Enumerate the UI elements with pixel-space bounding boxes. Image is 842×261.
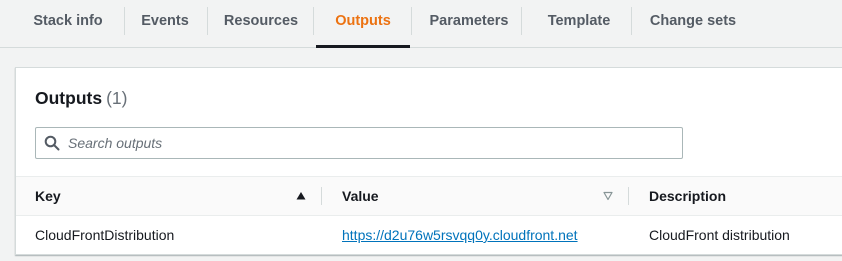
- tab-divider: [411, 7, 412, 35]
- column-header-value[interactable]: Value: [342, 177, 379, 215]
- tab-events[interactable]: Events: [128, 0, 202, 48]
- table-header: Key Value Description: [16, 176, 842, 216]
- outputs-count: (1): [106, 88, 128, 108]
- tab-change-sets[interactable]: Change sets: [638, 0, 748, 48]
- tab-divider: [313, 7, 314, 35]
- tab-outputs[interactable]: Outputs: [316, 0, 410, 48]
- sort-ascending-icon[interactable]: [296, 191, 306, 201]
- sort-descending-outline-icon[interactable]: [603, 191, 613, 201]
- tab-divider: [207, 7, 208, 35]
- output-value-link[interactable]: https://d2u76w5rsvqq0y.cloudfront.net: [342, 227, 578, 243]
- search-input[interactable]: [68, 128, 668, 158]
- tab-stack-info[interactable]: Stack info: [18, 0, 118, 48]
- column-header-description[interactable]: Description: [649, 177, 726, 215]
- tab-divider: [631, 7, 632, 35]
- output-description: CloudFront distribution: [649, 227, 790, 243]
- output-value-cell: https://d2u76w5rsvqq0y.cloudfront.net: [342, 216, 578, 254]
- outputs-panel: Outputs(1) Key Value Description CloudFr…: [15, 67, 842, 255]
- table-row: CloudFrontDistribution https://d2u76w5rs…: [16, 216, 842, 254]
- output-key: CloudFrontDistribution: [35, 227, 175, 243]
- panel-header: Outputs (1): [35, 88, 127, 109]
- tab-resources[interactable]: Resources: [214, 0, 308, 48]
- search-icon: [44, 135, 60, 151]
- column-divider: [321, 187, 322, 205]
- column-divider: [628, 187, 629, 205]
- tab-divider: [124, 7, 125, 35]
- tab-divider: [521, 7, 522, 35]
- tab-parameters[interactable]: Parameters: [418, 0, 520, 48]
- search-box[interactable]: [35, 127, 683, 159]
- tab-bar: Stack info Events Resources Outputs Para…: [0, 0, 842, 48]
- tab-template[interactable]: Template: [528, 0, 630, 48]
- panel-title: Outputs: [35, 88, 103, 108]
- column-header-key[interactable]: Key: [35, 177, 61, 215]
